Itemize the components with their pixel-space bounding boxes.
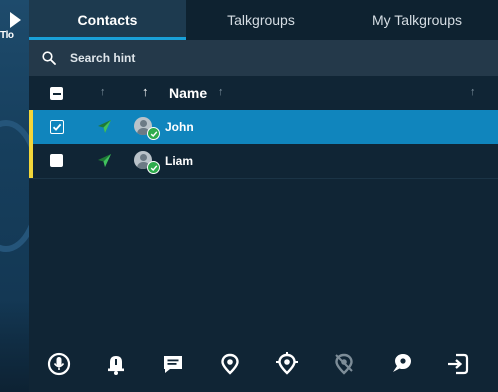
tab-contacts-label: Contacts (77, 12, 138, 28)
sort-name-arrow-icon[interactable]: ↑ (218, 86, 224, 98)
location-arrow-icon (95, 152, 113, 175)
tab-bar: Contacts Talkgroups My Talkgroups (29, 0, 498, 40)
contact-name: Liam (165, 154, 194, 168)
background-app-label: Tlo (0, 30, 14, 41)
location-arrow-icon (95, 118, 113, 141)
row-marker (29, 110, 33, 144)
table-row[interactable]: John (29, 110, 498, 144)
pin-check-icon[interactable] (387, 350, 415, 378)
play-icon[interactable] (10, 12, 21, 28)
background-shade (0, 300, 29, 392)
search-bar (29, 40, 498, 76)
microphone-icon[interactable] (45, 350, 73, 378)
name-column-header[interactable]: Name (169, 85, 207, 101)
search-icon (42, 51, 56, 65)
tab-contacts[interactable]: Contacts (29, 0, 186, 40)
background-ring-decoration (0, 120, 29, 252)
sort-presence-arrow-icon[interactable]: ↑ (142, 84, 149, 99)
tab-my-talkgroups[interactable]: My Talkgroups (336, 0, 498, 40)
action-toolbar (29, 336, 498, 392)
message-icon[interactable] (159, 350, 187, 378)
location-pin-icon[interactable] (216, 350, 244, 378)
tab-my-talkgroups-label: My Talkgroups (371, 12, 462, 28)
table-row[interactable]: Liam (29, 144, 498, 179)
select-all-checkbox[interactable] (50, 87, 63, 100)
bell-alert-icon[interactable] (102, 350, 130, 378)
contact-name: John (165, 120, 194, 134)
search-input[interactable] (68, 50, 472, 66)
row-checkbox[interactable] (50, 120, 64, 134)
tab-talkgroups-label: Talkgroups (227, 12, 295, 28)
target-location-icon[interactable] (273, 350, 301, 378)
row-marker (29, 144, 33, 178)
location-off-icon[interactable] (330, 350, 358, 378)
row-checkbox[interactable] (50, 154, 63, 167)
online-status-icon (147, 161, 160, 174)
background-app-strip: Tlo (0, 0, 29, 392)
sort-extra-arrow-icon[interactable]: ↑ (470, 86, 476, 98)
logout-icon[interactable] (444, 350, 472, 378)
contacts-panel: Contacts Talkgroups My Talkgroups ↑ ↑ Na… (29, 0, 498, 392)
tab-talkgroups[interactable]: Talkgroups (186, 0, 336, 40)
online-status-icon (147, 127, 160, 140)
sort-status-arrow-icon[interactable]: ↑ (100, 86, 106, 98)
table-header: ↑ ↑ Name ↑ ↑ (29, 76, 498, 110)
